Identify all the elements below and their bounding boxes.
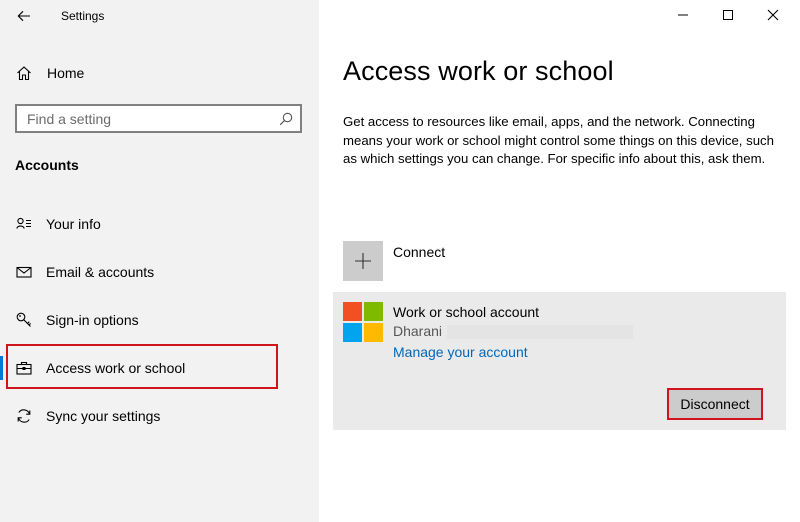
home-label: Home	[47, 65, 85, 81]
key-icon	[16, 312, 31, 327]
app-title: Settings	[61, 9, 105, 23]
connect-label: Connect	[393, 244, 446, 260]
disconnect-button[interactable]: Disconnect	[667, 388, 763, 420]
search-icon	[279, 112, 293, 126]
home-nav-item[interactable]: Home	[0, 56, 319, 90]
sidebar-item-sync-settings[interactable]: Sync your settings	[0, 396, 319, 436]
sidebar-item-label: Sync your settings	[46, 408, 161, 424]
manage-account-link[interactable]: Manage your account	[393, 344, 528, 360]
sidebar-item-label: Your info	[46, 216, 101, 232]
page-title: Access work or school	[343, 56, 614, 86]
sidebar-item-label: Email & accounts	[46, 264, 155, 280]
sidebar-item-email-accounts[interactable]: Email & accounts	[0, 252, 319, 292]
mail-icon	[16, 266, 32, 278]
work-account-panel[interactable]: Work or school account Dharani Manage yo…	[333, 292, 786, 430]
active-indicator	[0, 356, 3, 380]
microsoft-logo-icon	[343, 302, 383, 342]
plus-icon	[355, 253, 371, 269]
search-placeholder: Find a setting	[27, 111, 112, 127]
page-description: Get access to resources like email, apps…	[343, 114, 774, 166]
person-card-icon	[16, 217, 31, 229]
title-bar: Settings	[0, 0, 319, 32]
account-user-name: Dharani	[393, 323, 443, 339]
search-input[interactable]: Find a setting	[15, 104, 302, 133]
back-arrow-icon	[17, 10, 30, 22]
sidebar-item-your-info[interactable]: Your info	[0, 204, 319, 244]
home-icon	[17, 66, 31, 81]
redacted-email	[447, 325, 633, 339]
account-type-label: Work or school account	[393, 304, 540, 320]
sidebar: Settings Home Find a setting Accounts Yo…	[0, 0, 319, 522]
sidebar-item-label: Sign-in options	[46, 312, 139, 328]
annotation-highlight-sidebar	[6, 344, 278, 389]
sidebar-item-sign-in-options[interactable]: Sign-in options	[0, 300, 319, 340]
section-title: Accounts	[15, 157, 79, 173]
back-button[interactable]	[8, 2, 40, 30]
main-content: Access work or school Get access to reso…	[319, 0, 800, 522]
connect-tile	[343, 241, 383, 281]
sync-icon	[17, 409, 31, 423]
